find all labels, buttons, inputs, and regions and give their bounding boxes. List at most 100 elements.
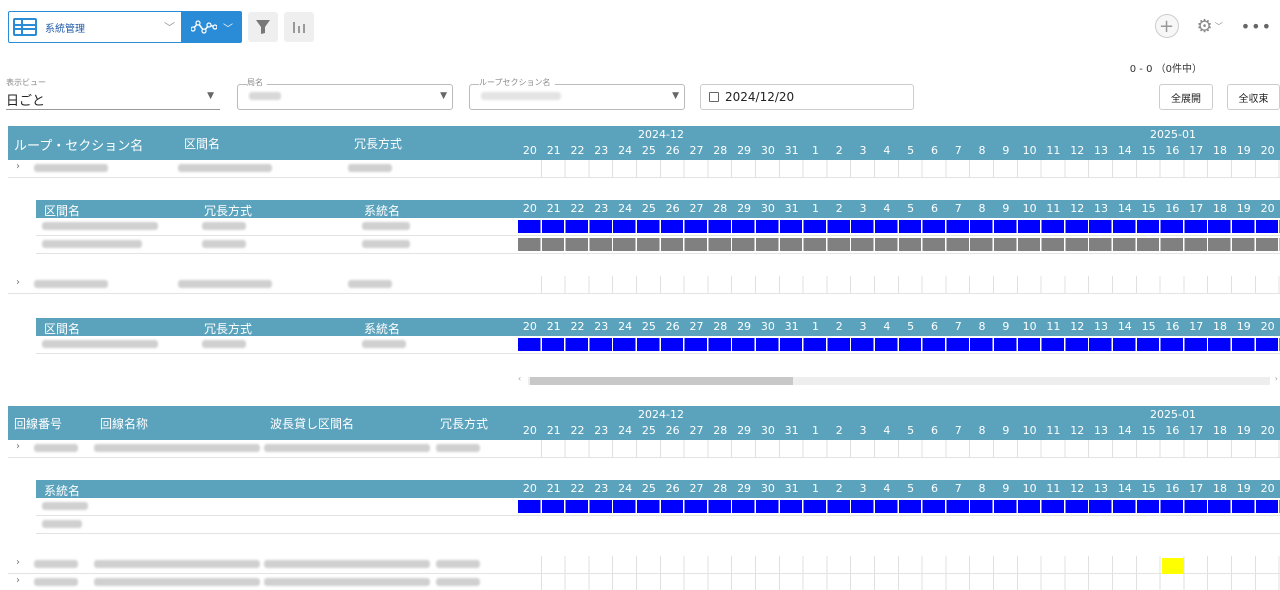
day-label: 17: [1189, 320, 1204, 333]
day-label: 21: [546, 482, 561, 495]
filter-button[interactable]: [248, 12, 278, 42]
sub-column-header-redundancy[interactable]: 冗長方式: [204, 202, 252, 219]
day-label: 13: [1094, 202, 1109, 215]
expand-icon[interactable]: ›: [16, 161, 20, 172]
day-label: 14: [1117, 424, 1132, 437]
day-label: 25: [641, 144, 656, 157]
date-picker[interactable]: 2024/12/20: [700, 84, 914, 110]
day-label: 28: [713, 482, 728, 495]
sub-column-header-system[interactable]: 系統名: [364, 320, 400, 337]
day-label: 18: [1213, 320, 1227, 333]
day-label: 4: [883, 144, 891, 157]
sub-column-header-system[interactable]: 系統名: [364, 202, 400, 219]
horizontal-scrollbar[interactable]: ‹ ›: [518, 374, 1280, 388]
loop-section-filter[interactable]: ループセクション名 ▼: [469, 77, 685, 110]
day-label: 16: [1165, 320, 1180, 333]
day-label: 15: [1141, 424, 1156, 437]
gantt-header: 回線番号 回線名称 波長貸し区間名 冗長方式 2024-12 2025-01 2…: [8, 406, 1280, 440]
day-label: 28: [713, 144, 728, 157]
day-label: 28: [713, 320, 728, 333]
scrollbar-thumb[interactable]: [530, 377, 793, 385]
day-label: 17: [1189, 144, 1204, 157]
day-label: 10: [1022, 320, 1037, 333]
day-label: 25: [641, 482, 656, 495]
day-label: 2: [835, 202, 843, 215]
gear-icon: ⚙: [1196, 15, 1213, 37]
expand-all-button[interactable]: 全展開: [1159, 84, 1213, 110]
table-row[interactable]: [36, 236, 1280, 254]
day-label: 8: [978, 202, 986, 215]
column-header-redundancy[interactable]: 冗長方式: [354, 135, 402, 152]
day-label: 23: [594, 482, 609, 495]
scroll-left-icon[interactable]: ‹: [518, 374, 521, 383]
table-row[interactable]: ›: [8, 276, 1280, 294]
day-label: 12: [1070, 144, 1085, 157]
schedule-bar-active[interactable]: [518, 338, 1280, 351]
day-label: 19: [1236, 202, 1251, 215]
table-row[interactable]: [36, 336, 1280, 354]
view-filter[interactable]: 表示ビュー 日ごと ▼: [6, 77, 220, 110]
collapse-all-button[interactable]: 全収束: [1227, 84, 1280, 110]
day-label: 11: [1046, 424, 1061, 437]
day-label: 4: [883, 202, 891, 215]
day-label: 14: [1117, 482, 1132, 495]
day-label: 7: [954, 320, 962, 333]
day-label: 8: [978, 482, 986, 495]
settings-button[interactable]: ⚙ ﹀: [1197, 16, 1223, 37]
day-label: 26: [665, 202, 680, 215]
day-label: 3: [859, 482, 867, 495]
table-row[interactable]: [36, 498, 1280, 516]
table-row[interactable]: ›: [8, 556, 1280, 574]
day-label: 15: [1141, 320, 1156, 333]
schedule-bar-active[interactable]: [518, 220, 1280, 233]
column-header-loop-section[interactable]: ループ・セクション名: [14, 135, 143, 154]
sub-column-header-system[interactable]: 系統名: [44, 482, 80, 499]
column-button[interactable]: [284, 12, 314, 42]
day-label: 24: [618, 202, 633, 215]
station-filter-legend: 局名: [247, 77, 267, 88]
day-label: 20: [1260, 202, 1275, 215]
day-label: 12: [1070, 202, 1085, 215]
day-label: 3: [859, 424, 867, 437]
scroll-right-icon[interactable]: ›: [1275, 374, 1278, 383]
day-label: 29: [737, 482, 752, 495]
expand-icon[interactable]: ›: [16, 277, 20, 288]
day-label: 27: [689, 144, 704, 157]
expand-icon[interactable]: ›: [16, 557, 20, 568]
table-row[interactable]: ›: [8, 160, 1280, 178]
day-label: 9: [1002, 482, 1010, 495]
schedule-bar-inactive[interactable]: [518, 238, 1280, 251]
day-label: 21: [546, 202, 561, 215]
more-menu-button[interactable]: •••: [1241, 17, 1272, 36]
dropdown-arrow-icon: ▼: [440, 91, 447, 101]
view-selector[interactable]: 系統管理 ﹀: [8, 11, 182, 43]
table-row[interactable]: [36, 516, 1280, 534]
day-label: 17: [1189, 482, 1204, 495]
plus-icon[interactable]: +: [1154, 14, 1179, 38]
day-label: 15: [1141, 482, 1156, 495]
table-row[interactable]: [36, 218, 1280, 236]
sub-column-header-section[interactable]: 区間名: [44, 320, 80, 337]
highlight-cell[interactable]: [1162, 558, 1184, 574]
day-label: 2: [835, 424, 843, 437]
day-label: 26: [665, 320, 680, 333]
schedule-bar-active[interactable]: [518, 500, 1280, 513]
table-row[interactable]: ›: [8, 440, 1280, 458]
column-header-circuit-name[interactable]: 回線名称: [100, 415, 148, 432]
sub-column-header-redundancy[interactable]: 冗長方式: [204, 320, 252, 337]
table-row[interactable]: ›: [8, 574, 1280, 590]
chart-type-button[interactable]: ﹀: [182, 11, 242, 43]
expand-icon[interactable]: ›: [16, 441, 20, 452]
column-header-wavelength-section[interactable]: 波長貸し区間名: [270, 415, 354, 432]
day-label: 20: [1260, 424, 1275, 437]
column-header-redundancy[interactable]: 冗長方式: [440, 415, 488, 432]
expand-icon[interactable]: ›: [16, 575, 20, 586]
station-filter[interactable]: 局名 ▼: [237, 77, 453, 110]
day-label: 20: [522, 144, 537, 157]
column-header-section[interactable]: 区間名: [184, 135, 220, 152]
sub-column-header-section[interactable]: 区間名: [44, 202, 80, 219]
day-label: 19: [1236, 482, 1251, 495]
dropdown-arrow-icon: ▼: [672, 91, 679, 101]
column-header-circuit-number[interactable]: 回線番号: [14, 415, 62, 432]
day-label: 31: [784, 320, 799, 333]
